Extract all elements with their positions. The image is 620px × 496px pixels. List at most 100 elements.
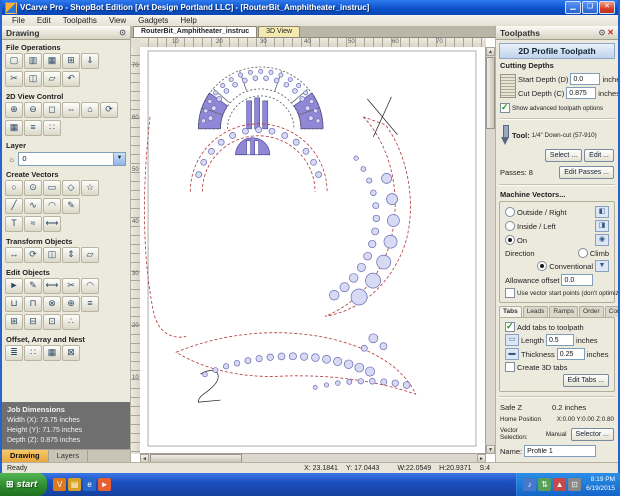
measure-icon[interactable]: ⟷ xyxy=(43,278,61,294)
weld-icon[interactable]: ⊔ xyxy=(5,296,23,312)
circle-tool-icon[interactable]: ○ xyxy=(5,180,23,196)
toolpath-name-input[interactable] xyxy=(524,445,597,457)
move-icon[interactable]: ↔ xyxy=(5,247,23,263)
minimize-button[interactable]: ▁ xyxy=(565,1,581,14)
chevron-down-icon[interactable]: ▼ xyxy=(113,153,125,165)
edit-tabs-button[interactable]: Edit Tabs ... xyxy=(562,374,609,387)
block-array-icon[interactable]: ▦ xyxy=(43,345,61,361)
selector-button[interactable]: Selector ... xyxy=(570,427,614,441)
distribute-icon[interactable]: ⊟ xyxy=(24,314,42,330)
pin-icon[interactable]: ⊙ xyxy=(119,28,126,37)
freehand-tool-icon[interactable]: ✎ xyxy=(62,198,80,214)
vector-start-points-checkbox[interactable] xyxy=(505,288,515,298)
add-tabs-checkbox[interactable] xyxy=(505,321,515,332)
rotate-icon[interactable]: ⟳ xyxy=(24,247,42,263)
scroll-down-icon[interactable]: ▼ xyxy=(486,445,495,454)
create-3d-tabs-checkbox[interactable] xyxy=(505,362,515,372)
layer-select[interactable]: 0 ▼ xyxy=(18,152,126,166)
update-tray-icon[interactable]: ⊡ xyxy=(568,478,582,491)
tool-edit-button[interactable]: Edit ... xyxy=(584,149,614,162)
tool-select-button[interactable]: Select ... xyxy=(544,149,583,162)
shield-tray-icon[interactable]: ▲ xyxy=(553,478,567,491)
tab-ramps[interactable]: Ramps xyxy=(549,306,579,317)
taskbar-clock[interactable]: 8:19 PM 6/19/2015 xyxy=(586,476,615,492)
array-copy-icon[interactable]: ∷ xyxy=(24,345,42,361)
zoom-in-icon[interactable]: ⊕ xyxy=(5,102,23,118)
menu-file[interactable]: File xyxy=(6,16,31,25)
print-icon[interactable]: ⊞ xyxy=(62,53,80,69)
tab-3d-view[interactable]: 3D View xyxy=(258,26,301,37)
close-panel-icon[interactable]: ✕ xyxy=(607,28,614,37)
allowance-offset-input[interactable] xyxy=(561,274,594,286)
open-file-icon[interactable]: ▥ xyxy=(24,53,42,69)
cleanup-icon[interactable]: ∴ xyxy=(62,314,80,330)
ruler-toggle-icon[interactable]: ∷ xyxy=(43,120,61,136)
vertical-scroll-thumb[interactable] xyxy=(486,57,495,129)
mirror-icon[interactable]: ◫ xyxy=(43,247,61,263)
ellipse-tool-icon[interactable]: ⊙ xyxy=(24,180,42,196)
nest-icon[interactable]: ⊠ xyxy=(62,345,80,361)
tab-corners[interactable]: Corners xyxy=(604,306,618,317)
polygon-tool-icon[interactable]: ◇ xyxy=(62,180,80,196)
start-depth-input[interactable] xyxy=(570,73,601,85)
menu-toolpaths[interactable]: Toolpaths xyxy=(57,16,103,25)
node-edit-icon[interactable]: ✎ xyxy=(24,278,42,294)
guides-icon[interactable]: ≡ xyxy=(24,120,42,136)
dimension-tool-icon[interactable]: ⟷ xyxy=(43,216,61,232)
snap-grid-icon[interactable]: ▦ xyxy=(5,120,23,136)
copy-icon[interactable]: ◫ xyxy=(24,71,42,87)
paste-icon[interactable]: ▱ xyxy=(43,71,61,87)
vcarve-taskbar-icon[interactable]: V xyxy=(53,478,67,491)
rectangle-tool-icon[interactable]: ▭ xyxy=(43,180,61,196)
menu-gadgets[interactable]: Gadgets xyxy=(132,16,174,25)
network-tray-icon[interactable]: ⇅ xyxy=(538,478,552,491)
cut-icon[interactable]: ✂ xyxy=(5,71,23,87)
star-tool-icon[interactable]: ☆ xyxy=(81,180,99,196)
tab-document[interactable]: RouterBit_Amphitheater_instruc xyxy=(133,26,258,37)
fillet-icon[interactable]: ◠ xyxy=(81,278,99,294)
drawing-canvas[interactable] xyxy=(140,47,486,454)
import-icon[interactable]: ⇓ xyxy=(81,53,99,69)
refresh-icon[interactable]: ⟳ xyxy=(100,102,118,118)
explorer-taskbar-icon[interactable]: ▤ xyxy=(68,478,82,491)
zoom-window-icon[interactable]: ◻ xyxy=(43,102,61,118)
trim-icon[interactable]: ✂ xyxy=(62,278,80,294)
browser-taskbar-icon[interactable]: e xyxy=(83,478,97,491)
tab-length-input[interactable] xyxy=(545,334,574,346)
tab-tabs[interactable]: Tabs xyxy=(499,306,522,317)
close-button[interactable]: ✕ xyxy=(599,1,615,14)
subtract-icon[interactable]: ⊓ xyxy=(24,296,42,312)
line-tool-icon[interactable]: ╱ xyxy=(5,198,23,214)
cut-depth-input[interactable] xyxy=(566,87,597,99)
undo-icon[interactable]: ↶ xyxy=(62,71,80,87)
distort-icon[interactable]: ▱ xyxy=(81,247,99,263)
tab-order[interactable]: Order xyxy=(579,306,604,317)
text-tool-icon[interactable]: T xyxy=(5,216,23,232)
join-icon[interactable]: ⊕ xyxy=(62,296,80,312)
new-file-icon[interactable]: ▢ xyxy=(5,53,23,69)
scroll-up-icon[interactable]: ▲ xyxy=(486,47,495,56)
tab-thickness-input[interactable] xyxy=(556,348,585,360)
tab-leads[interactable]: Leads xyxy=(522,306,549,317)
advanced-options-checkbox[interactable] xyxy=(500,102,510,113)
maximize-button[interactable]: ❑ xyxy=(582,1,598,14)
pan-icon[interactable]: ⇔ xyxy=(62,102,80,118)
edit-passes-button[interactable]: Edit Passes ... xyxy=(559,166,614,179)
scale-icon[interactable]: ⇕ xyxy=(62,247,80,263)
radio-inside-left[interactable] xyxy=(505,221,515,231)
radio-climb[interactable] xyxy=(577,248,588,258)
radio-on[interactable] xyxy=(505,235,515,245)
menu-view[interactable]: View xyxy=(103,16,132,25)
group-icon[interactable]: ≡ xyxy=(81,296,99,312)
zoom-extents-icon[interactable]: ⌂ xyxy=(81,102,99,118)
snap-move-icon[interactable]: ⊡ xyxy=(43,314,61,330)
media-player-taskbar-icon[interactable]: ► xyxy=(98,478,112,491)
arc-tool-icon[interactable]: ◠ xyxy=(43,198,61,214)
text-on-curve-icon[interactable]: ≈ xyxy=(24,216,42,232)
chevron-down-icon[interactable]: ▼ xyxy=(595,260,609,272)
curve-tool-icon[interactable]: ∿ xyxy=(24,198,42,214)
offset-icon[interactable]: ≣ xyxy=(5,345,23,361)
menu-edit[interactable]: Edit xyxy=(31,16,57,25)
select-icon[interactable]: ► xyxy=(5,278,23,294)
pin-icon[interactable]: ⊙ xyxy=(599,28,606,37)
